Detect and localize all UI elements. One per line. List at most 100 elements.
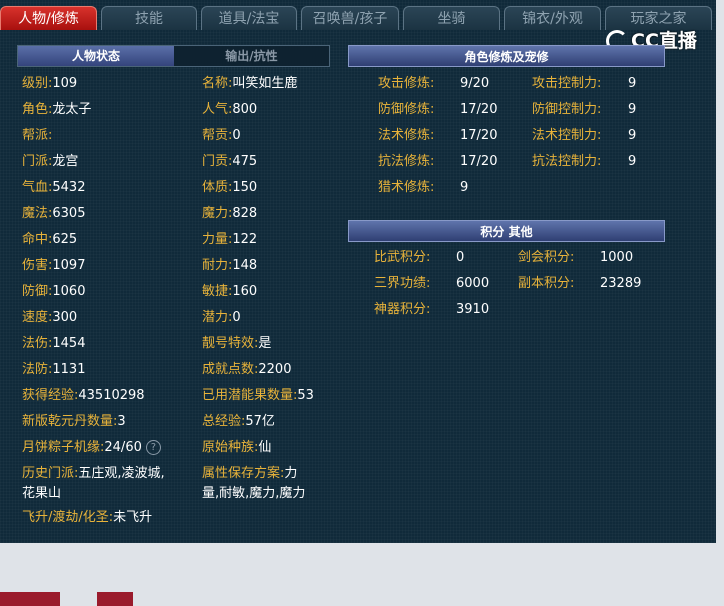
- cultivation-row: 抗法修炼: 17/20 抗法控制力: 9: [378, 152, 636, 172]
- stat-value: 1131: [52, 362, 86, 377]
- points-row: 三界功绩: 6000 副本积分: 23289: [374, 274, 641, 294]
- stat-value: 9/20: [460, 76, 490, 91]
- stat-label: 名称:: [202, 76, 233, 91]
- stat-label: 魔法:: [22, 206, 53, 221]
- stat-value: 5432: [52, 180, 86, 195]
- stat-label: 历史门派:: [22, 466, 79, 481]
- tab-summons[interactable]: 召唤兽/孩子: [301, 6, 399, 30]
- stat-value: 43510298: [78, 388, 145, 403]
- tab-player-home[interactable]: 玩家之家: [605, 6, 712, 30]
- stat-value: 828: [232, 206, 258, 221]
- stat-value: 龙宫: [52, 154, 79, 169]
- tab-character-cultivation[interactable]: 人物/修炼: [0, 6, 97, 30]
- stat-value: 未飞升: [113, 510, 153, 525]
- stat-value: 9: [628, 76, 637, 91]
- stat-row: 气血:5432: [22, 178, 85, 198]
- stat-row: 敏捷:160: [202, 282, 257, 302]
- stat-value: 148: [232, 258, 258, 273]
- stat-value: 0: [456, 250, 465, 265]
- stat-label: 门贡:: [202, 154, 233, 169]
- stat-value: 24/60: [104, 440, 142, 455]
- stat-label: 属性保存方案:: [202, 466, 285, 481]
- stat-label: 体质:: [202, 180, 233, 195]
- stat-label: 潜力:: [202, 310, 233, 325]
- stat-label: 耐力:: [202, 258, 233, 273]
- stat-value: 300: [52, 310, 78, 325]
- stat-label: 防御:: [22, 284, 53, 299]
- stat-label: 飞升/渡劫/化圣:: [22, 510, 114, 525]
- stat-value: 475: [232, 154, 258, 169]
- stat-value: 花果山: [22, 486, 62, 501]
- stat-label: 级别:: [22, 76, 53, 91]
- stat-value: 17/20: [460, 154, 498, 169]
- stat-row: 级别:109: [22, 74, 77, 94]
- bottom-button-right[interactable]: [97, 592, 133, 606]
- tab-outfits[interactable]: 锦衣/外观: [504, 6, 601, 30]
- stat-row: 速度:300: [22, 308, 77, 328]
- points-row: 比武积分: 0 剑会积分: 1000: [374, 248, 633, 268]
- stat-row: 获得经验:43510298: [22, 386, 145, 406]
- stat-value: 1000: [600, 250, 634, 265]
- stat-label: 已用潜能果数量:: [202, 388, 298, 403]
- stat-row: 新版乾元丹数量:3: [22, 412, 126, 432]
- stat-label: 伤害:: [22, 258, 53, 273]
- stat-row: 法防:1131: [22, 360, 85, 380]
- tab-mounts[interactable]: 坐骑: [403, 6, 500, 30]
- stat-row: 魔法:6305: [22, 204, 85, 224]
- stat-label: 成就点数:: [202, 362, 259, 377]
- stat-label: 比武积分:: [374, 250, 431, 265]
- stat-value: 17/20: [460, 128, 498, 143]
- stat-value: 仙: [258, 440, 272, 455]
- stat-row: 角色:龙太子: [22, 100, 91, 120]
- history-schools: 历史门派:五庄观,凌波城, 花果山: [22, 464, 197, 504]
- stat-row: 原始种族:仙: [202, 438, 271, 458]
- help-icon[interactable]: ?: [145, 440, 161, 455]
- stat-row: 魔力:828: [202, 204, 257, 224]
- stat-label: 人气:: [202, 102, 233, 117]
- stat-row: 总经验:57亿: [202, 412, 275, 432]
- stat-value: 57亿: [245, 414, 275, 429]
- stat-label: 速度:: [22, 310, 53, 325]
- stat-label: 副本积分:: [518, 276, 575, 291]
- stat-value: 9: [628, 128, 637, 143]
- stat-label: 获得经验:: [22, 388, 79, 403]
- stat-row: 力量:122: [202, 230, 257, 250]
- stat-value: 9: [628, 154, 637, 169]
- stat-value: 23289: [600, 276, 642, 291]
- tab-items[interactable]: 道具/法宝: [201, 6, 297, 30]
- subtab-output-resistance[interactable]: 输出/抗性: [174, 46, 329, 66]
- stat-row: 门贡:475: [202, 152, 257, 172]
- cultivation-row: 攻击修炼: 9/20 攻击控制力: 9: [378, 74, 636, 94]
- status-subtabs: 人物状态 输出/抗性: [17, 45, 330, 67]
- stat-row: 潜力:0: [202, 308, 241, 328]
- stat-value: 625: [52, 232, 78, 247]
- stat-value: 1060: [52, 284, 86, 299]
- stat-value: 9: [628, 102, 637, 117]
- stat-label: 猎术修炼:: [378, 180, 435, 195]
- bottom-button-left[interactable]: [0, 592, 60, 606]
- stat-value: 122: [232, 232, 258, 247]
- stat-row: 法伤:1454: [22, 334, 85, 354]
- stat-value: 0: [232, 128, 241, 143]
- stat-label: 剑会积分:: [518, 250, 575, 265]
- tab-skills[interactable]: 技能: [101, 6, 197, 30]
- stat-label: 抗法控制力:: [532, 154, 602, 169]
- stat-label: 法术控制力:: [532, 128, 602, 143]
- stat-row: 飞升/渡劫/化圣:未飞升: [22, 508, 152, 528]
- stat-row: 人气:800: [202, 100, 257, 120]
- stat-row: 成就点数:2200: [202, 360, 291, 380]
- subtab-character-status[interactable]: 人物状态: [18, 46, 174, 66]
- stat-value: 1097: [52, 258, 86, 273]
- stat-value: 160: [232, 284, 258, 299]
- stat-label: 法伤:: [22, 336, 53, 351]
- stat-label: 门派:: [22, 154, 53, 169]
- stat-value: 3: [117, 414, 126, 429]
- stat-label: 帮贡:: [202, 128, 233, 143]
- points-row: 神器积分: 3910: [374, 300, 489, 320]
- stat-row: 已用潜能果数量:53: [202, 386, 314, 406]
- stat-value: 力: [284, 466, 298, 481]
- stat-value: 叫笑如生鹿: [232, 76, 298, 91]
- stat-value: 17/20: [460, 102, 498, 117]
- stat-value: 0: [232, 310, 241, 325]
- stat-label: 防御控制力:: [532, 102, 602, 117]
